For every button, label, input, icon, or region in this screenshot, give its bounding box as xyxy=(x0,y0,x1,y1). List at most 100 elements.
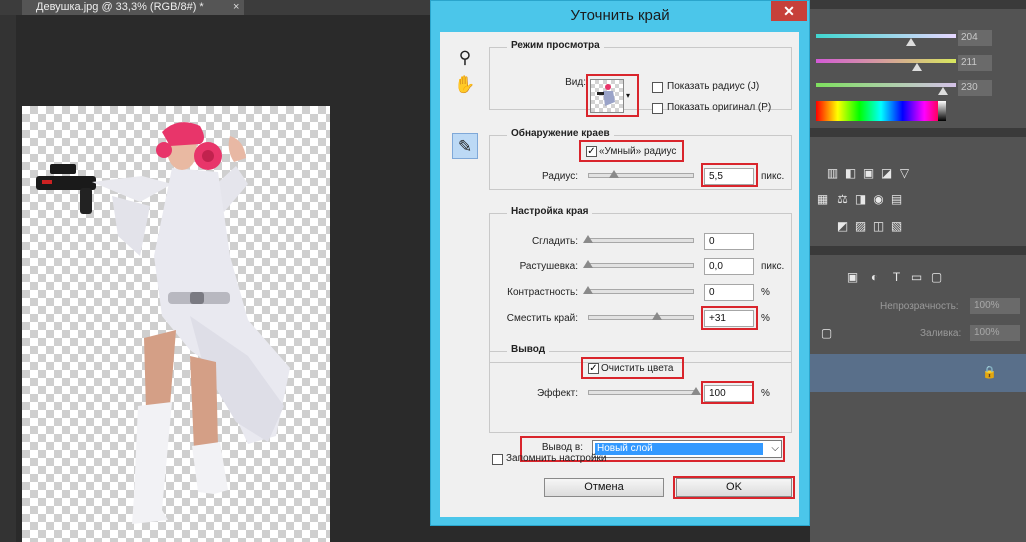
refine-edge-dialog: Уточнить край ✕ ⚲ ✋ ✎ Режим просмотра Ви… xyxy=(430,0,810,526)
photo-filter-icon[interactable]: ⚖ xyxy=(836,193,849,206)
document-canvas[interactable] xyxy=(22,106,330,542)
shift-edge-label: Сместить край: xyxy=(506,313,578,324)
vertical-ruler xyxy=(0,15,16,542)
filter-image-icon[interactable]: ▣ xyxy=(846,271,859,284)
output-group: Вывод ✓ Очистить цвета Эффект: 100 % xyxy=(489,344,792,433)
show-radius-label: Показать радиус (J) xyxy=(667,81,760,92)
show-original-checkbox[interactable] xyxy=(652,103,663,114)
color-value-1[interactable]: 204 xyxy=(958,30,992,46)
show-original-label: Показать оригинал (P) xyxy=(667,102,772,113)
levels-icon[interactable]: ▥ xyxy=(826,167,839,180)
refine-radius-tool-icon[interactable]: ✎ xyxy=(452,133,478,159)
color-slider-1[interactable] xyxy=(816,34,956,38)
effect-unit: % xyxy=(761,388,770,399)
filter-type-icon[interactable]: T xyxy=(890,271,903,284)
radius-highlight xyxy=(701,163,758,187)
filter-adjustment-icon[interactable]: ◐ xyxy=(868,271,881,284)
posterize-icon[interactable]: ▨ xyxy=(854,220,867,233)
radius-slider-thumb[interactable] xyxy=(609,170,619,178)
woman-photo xyxy=(36,122,290,524)
right-panels: 204 211 230 ▥ ◧ ▣ ◪ ▽ ▦ ⚖ ◨ ◉ ▤ ◩ ▨ ◫ ▧ … xyxy=(810,0,1026,542)
color-value-2[interactable]: 211 xyxy=(958,55,992,71)
fill-label: Заливка: xyxy=(920,328,962,339)
black-white-icon[interactable]: ◨ xyxy=(854,193,867,206)
effect-slider[interactable] xyxy=(588,390,698,395)
brightness-icon[interactable]: ◧ xyxy=(844,167,857,180)
contrast-unit: % xyxy=(761,287,770,298)
view-label: Вид: xyxy=(565,77,586,88)
vibrance-icon[interactable]: ▽ xyxy=(898,167,911,180)
channel-mixer-icon[interactable]: ◉ xyxy=(872,193,885,206)
contrast-label: Контрастность: xyxy=(507,287,578,298)
document-tab-close-icon[interactable]: × xyxy=(233,0,239,15)
shift-edge-slider[interactable] xyxy=(588,315,694,320)
smooth-slider[interactable] xyxy=(588,238,694,243)
edge-detection-title: Обнаружение краев xyxy=(507,128,614,139)
smooth-field[interactable]: 0 xyxy=(704,233,754,250)
cancel-button[interactable]: Отмена xyxy=(544,478,664,497)
output-title: Вывод xyxy=(507,344,550,355)
feather-slider-thumb[interactable] xyxy=(583,260,593,268)
layer-lock-icon: 🔒 xyxy=(982,365,997,379)
effect-slider-thumb[interactable] xyxy=(691,387,701,395)
gradient-map-icon[interactable]: ▧ xyxy=(890,220,903,233)
hand-tool-icon[interactable]: ✋ xyxy=(452,72,478,98)
shift-edge-unit: % xyxy=(761,313,770,324)
close-button[interactable]: ✕ xyxy=(771,1,807,21)
smooth-slider-thumb[interactable] xyxy=(583,235,593,243)
adjustments-header-bar xyxy=(810,128,1026,137)
layers-header-bar xyxy=(810,246,1026,255)
contrast-slider-thumb[interactable] xyxy=(583,286,593,294)
document-tab-label: Девушка.jpg @ 33,3% (RGB/8#) * xyxy=(36,1,204,13)
color-spectrum[interactable] xyxy=(816,101,946,121)
edge-detection-group: Обнаружение краев ✓ «Умный» радиус Радиу… xyxy=(489,128,792,190)
feather-label: Растушевка: xyxy=(519,261,578,272)
smooth-label: Сгладить: xyxy=(531,236,578,247)
lock-pixels-icon[interactable]: ▢ xyxy=(820,327,833,340)
remember-settings-checkbox[interactable] xyxy=(492,454,503,465)
adjust-edge-title: Настройка края xyxy=(507,206,593,217)
color-slider-3-knob[interactable] xyxy=(938,87,948,95)
view-mode-group: Режим просмотра Вид: ▾ Показать радиус (… xyxy=(489,40,792,117)
zoom-tool-icon[interactable]: ⚲ xyxy=(452,45,478,71)
remember-settings-label: Запомнить настройки xyxy=(506,453,607,464)
filter-smart-icon[interactable]: ▢ xyxy=(930,271,943,284)
invert-icon[interactable]: ◩ xyxy=(836,220,849,233)
dialog-body: ⚲ ✋ ✎ Режим просмотра Вид: ▾ Показать ра… xyxy=(440,32,799,517)
show-radius-checkbox[interactable] xyxy=(652,82,663,93)
color-slider-2-knob[interactable] xyxy=(912,63,922,71)
opacity-field[interactable]: 100% xyxy=(970,298,1020,314)
shift-edge-slider-thumb[interactable] xyxy=(652,312,662,320)
color-spectrum-bw[interactable] xyxy=(938,101,946,121)
effect-highlight xyxy=(701,381,754,404)
feather-slider[interactable] xyxy=(588,263,694,268)
radius-slider[interactable] xyxy=(588,173,694,178)
threshold-icon[interactable]: ◫ xyxy=(872,220,885,233)
document-tab[interactable]: Девушка.jpg @ 33,3% (RGB/8#) * xyxy=(22,0,244,15)
opacity-label: Непрозрачность: xyxy=(880,301,959,312)
view-mode-title: Режим просмотра xyxy=(507,40,604,51)
color-balance-icon[interactable]: ▦ xyxy=(816,193,829,206)
effect-label: Эффект: xyxy=(536,388,578,399)
feather-unit: пикс. xyxy=(761,261,785,272)
color-slider-1-knob[interactable] xyxy=(906,38,916,46)
color-value-3[interactable]: 230 xyxy=(958,80,992,96)
blaster-image xyxy=(36,164,96,214)
view-highlight xyxy=(586,74,639,117)
adjust-edge-group: Настройка края Сгладить: 0 Растушевка: 0… xyxy=(489,206,792,363)
feather-field[interactable]: 0,0 xyxy=(704,258,754,275)
document-tab-bar: Девушка.jpg @ 33,3% (RGB/8#) * × xyxy=(0,0,430,15)
curves-icon[interactable]: ▣ xyxy=(862,167,875,180)
color-slider-2[interactable] xyxy=(816,59,956,63)
panel-header-bar xyxy=(810,0,1026,9)
exposure-icon[interactable]: ◪ xyxy=(880,167,893,180)
contrast-slider[interactable] xyxy=(588,289,694,294)
color-slider-3[interactable] xyxy=(816,83,956,87)
lookup-icon[interactable]: ▤ xyxy=(890,193,903,206)
ok-highlight xyxy=(673,476,795,499)
fill-field[interactable]: 100% xyxy=(970,325,1020,341)
contrast-field[interactable]: 0 xyxy=(704,284,754,301)
decontaminate-highlight xyxy=(581,357,684,379)
filter-shape-icon[interactable]: ▭ xyxy=(910,271,923,284)
radius-label: Радиус: xyxy=(542,171,578,182)
